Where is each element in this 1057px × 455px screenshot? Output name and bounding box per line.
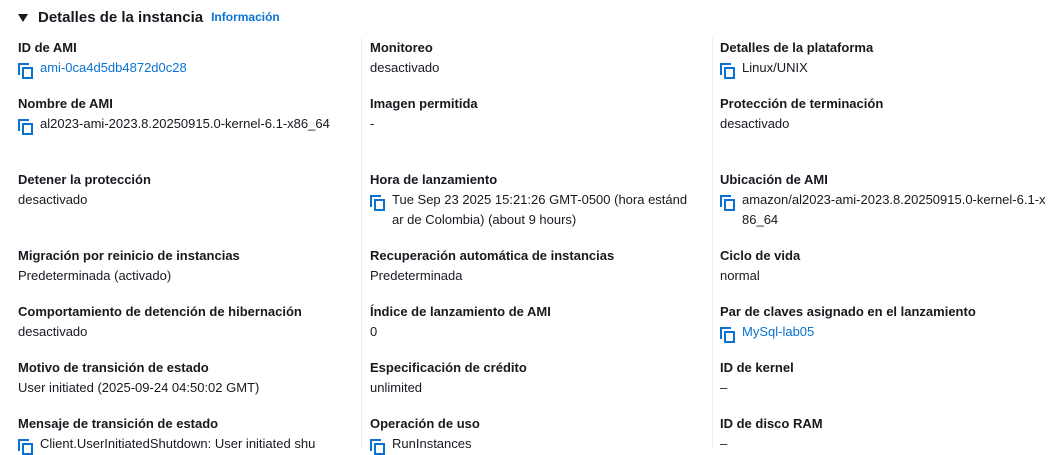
detail-field: Operación de uso RunInstances <box>370 414 716 455</box>
field-value-row: Client.UserInitiatedShutdown: User initi… <box>18 434 348 455</box>
field-label: Detalles de la plataforma <box>720 40 874 55</box>
detail-field: Migración por reinicio de instancias Pred… <box>18 246 348 286</box>
field-value: User initiated (2025-09-24 04:50:02 GMT) <box>18 380 260 395</box>
detail-field: Motivo de transición de estado User initi… <box>18 358 348 398</box>
detail-field: Índice de lanzamiento de AMI 0 <box>370 302 716 342</box>
field-value: unlimited <box>370 380 423 395</box>
field-label: Motivo de transición de estado <box>18 360 209 375</box>
caret-down-icon[interactable] <box>18 13 28 22</box>
field-label: Especificación de crédito <box>370 360 527 375</box>
field-value-link[interactable]: MySql-lab05 <box>742 322 814 342</box>
field-value: Predeterminada (activado) <box>18 268 172 283</box>
field-label: Migración por reinicio de instancias <box>18 248 240 263</box>
detail-field: Detener la protección desactivado <box>18 170 348 210</box>
copy-icon[interactable] <box>720 190 736 211</box>
detail-field: Detalles de la plataforma Linux/UNIX <box>720 38 1057 79</box>
field-value: Predeterminada <box>370 268 463 283</box>
field-value-row: User initiated (2025-09-24 04:50:02 GMT) <box>18 378 348 398</box>
field-value: desactivado <box>720 116 790 131</box>
detail-field: ID de kernel – <box>720 358 1057 398</box>
field-label: Ciclo de vida <box>720 248 801 263</box>
copy-icon[interactable] <box>370 190 386 211</box>
field-value-row: – <box>720 378 1057 398</box>
detail-field: Ubicación de AMI amazon/al2023-ami-2023.8… <box>720 170 1057 230</box>
detail-field: Hora de lanzamiento Tue Sep 23 2025 15:21… <box>370 170 716 230</box>
detail-field: Nombre de AMI al2023-ami-2023.8.20250915.… <box>18 94 348 135</box>
detail-field: Monitoreo desactivado <box>370 38 716 78</box>
field-label: Ubicación de AMI <box>720 172 828 187</box>
field-value: – <box>720 380 728 395</box>
field-value-row: Tue Sep 23 2025 15:21:26 GMT-0500 (hora … <box>370 190 716 230</box>
detail-field: Imagen permitida - <box>370 94 716 134</box>
field-label: Detener la protección <box>18 172 151 187</box>
details-column-2: Monitoreo desactivado Imagen permitida - Hor… <box>361 38 716 455</box>
section-title: Detalles de la instancia <box>38 8 204 26</box>
field-label: Protección de terminación <box>720 96 884 111</box>
field-label: ID de AMI <box>18 40 77 55</box>
field-label: ID de disco RAM <box>720 416 823 431</box>
field-label: Par de claves asignado en el lanzamiento <box>720 304 976 319</box>
field-value-row: Predeterminada (activado) <box>18 266 348 286</box>
field-value-row: ami-0ca4d5db4872d0c28 <box>18 58 348 79</box>
copy-icon[interactable] <box>18 114 34 135</box>
field-value: al2023-ami-2023.8.20250915.0-kernel-6.1-… <box>40 116 330 131</box>
field-label: Índice de lanzamiento de AMI <box>370 304 551 319</box>
field-value-row: desactivado <box>18 190 348 210</box>
field-value-row: al2023-ami-2023.8.20250915.0-kernel-6.1-… <box>18 114 348 135</box>
field-label: Mensaje de transición de estado <box>18 416 219 431</box>
detail-field: Protección de terminación desactivado <box>720 94 1057 134</box>
field-value: Linux/UNIX <box>742 60 808 75</box>
field-value-row: desactivado <box>370 58 716 78</box>
field-value-row: amazon/al2023-ami-2023.8.20250915.0-kern… <box>720 190 1057 230</box>
detail-field: Ciclo de vida normal <box>720 246 1057 286</box>
field-value: RunInstances <box>392 436 472 451</box>
field-value-row: RunInstances <box>370 434 716 455</box>
field-value: desactivado <box>18 192 88 207</box>
detail-field: Par de claves asignado en el lanzamiento… <box>720 302 1057 343</box>
field-value-row: – <box>720 434 1057 454</box>
field-label: ID de kernel <box>720 360 794 375</box>
field-value: desactivado <box>370 60 440 75</box>
field-value-row: - <box>370 114 716 134</box>
field-value: Tue Sep 23 2025 15:21:26 GMT-0500 (hora … <box>392 192 688 227</box>
field-value: desactivado <box>18 324 88 339</box>
field-label: Imagen permitida <box>370 96 478 111</box>
detail-field: Recuperación automática de instancias Pre… <box>370 246 716 286</box>
field-value-row: desactivado <box>720 114 1057 134</box>
section-header[interactable]: Detalles de la instancia Información <box>18 6 280 28</box>
detail-field: ID de disco RAM – <box>720 414 1057 454</box>
field-value: amazon/al2023-ami-2023.8.20250915.0-kern… <box>742 192 1046 227</box>
detail-field: Mensaje de transición de estado Client.Us… <box>18 414 348 455</box>
field-value-row: MySql-lab05 <box>720 322 1057 343</box>
copy-icon[interactable] <box>18 434 34 455</box>
field-value-row: 0 <box>370 322 716 342</box>
field-value-row: Predeterminada <box>370 266 716 286</box>
field-value-row: desactivado <box>18 322 348 342</box>
copy-icon[interactable] <box>370 434 386 455</box>
field-value-row: unlimited <box>370 378 716 398</box>
field-label: Monitoreo <box>370 40 433 55</box>
field-label: Comportamiento de detención de hibernaci… <box>18 304 302 319</box>
field-value: normal <box>720 268 760 283</box>
field-label: Nombre de AMI <box>18 96 113 111</box>
details-column-1: ID de AMI ami-0ca4d5db4872d0c28 Nombre de … <box>18 38 348 455</box>
field-value-row: Linux/UNIX <box>720 58 1057 79</box>
detail-field: Especificación de crédito unlimited <box>370 358 716 398</box>
field-label: Operación de uso <box>370 416 480 431</box>
copy-icon[interactable] <box>720 58 736 79</box>
field-label: Hora de lanzamiento <box>370 172 498 187</box>
field-value-link[interactable]: ami-0ca4d5db4872d0c28 <box>40 58 187 78</box>
field-value-row: normal <box>720 266 1057 286</box>
field-label: Recuperación automática de instancias <box>370 248 615 263</box>
field-value: Client.UserInitiatedShutdown: User initi… <box>40 436 316 451</box>
copy-icon[interactable] <box>18 58 34 79</box>
detail-field: ID de AMI ami-0ca4d5db4872d0c28 <box>18 38 348 79</box>
copy-icon[interactable] <box>720 322 736 343</box>
detail-field: Comportamiento de detención de hibernaci… <box>18 302 348 342</box>
details-column-3: Detalles de la plataforma Linux/UNIX Prote… <box>712 38 1057 451</box>
info-link[interactable]: Información <box>211 10 280 24</box>
field-value: – <box>720 436 728 451</box>
field-value: - <box>370 116 375 131</box>
field-value: 0 <box>370 324 378 339</box>
